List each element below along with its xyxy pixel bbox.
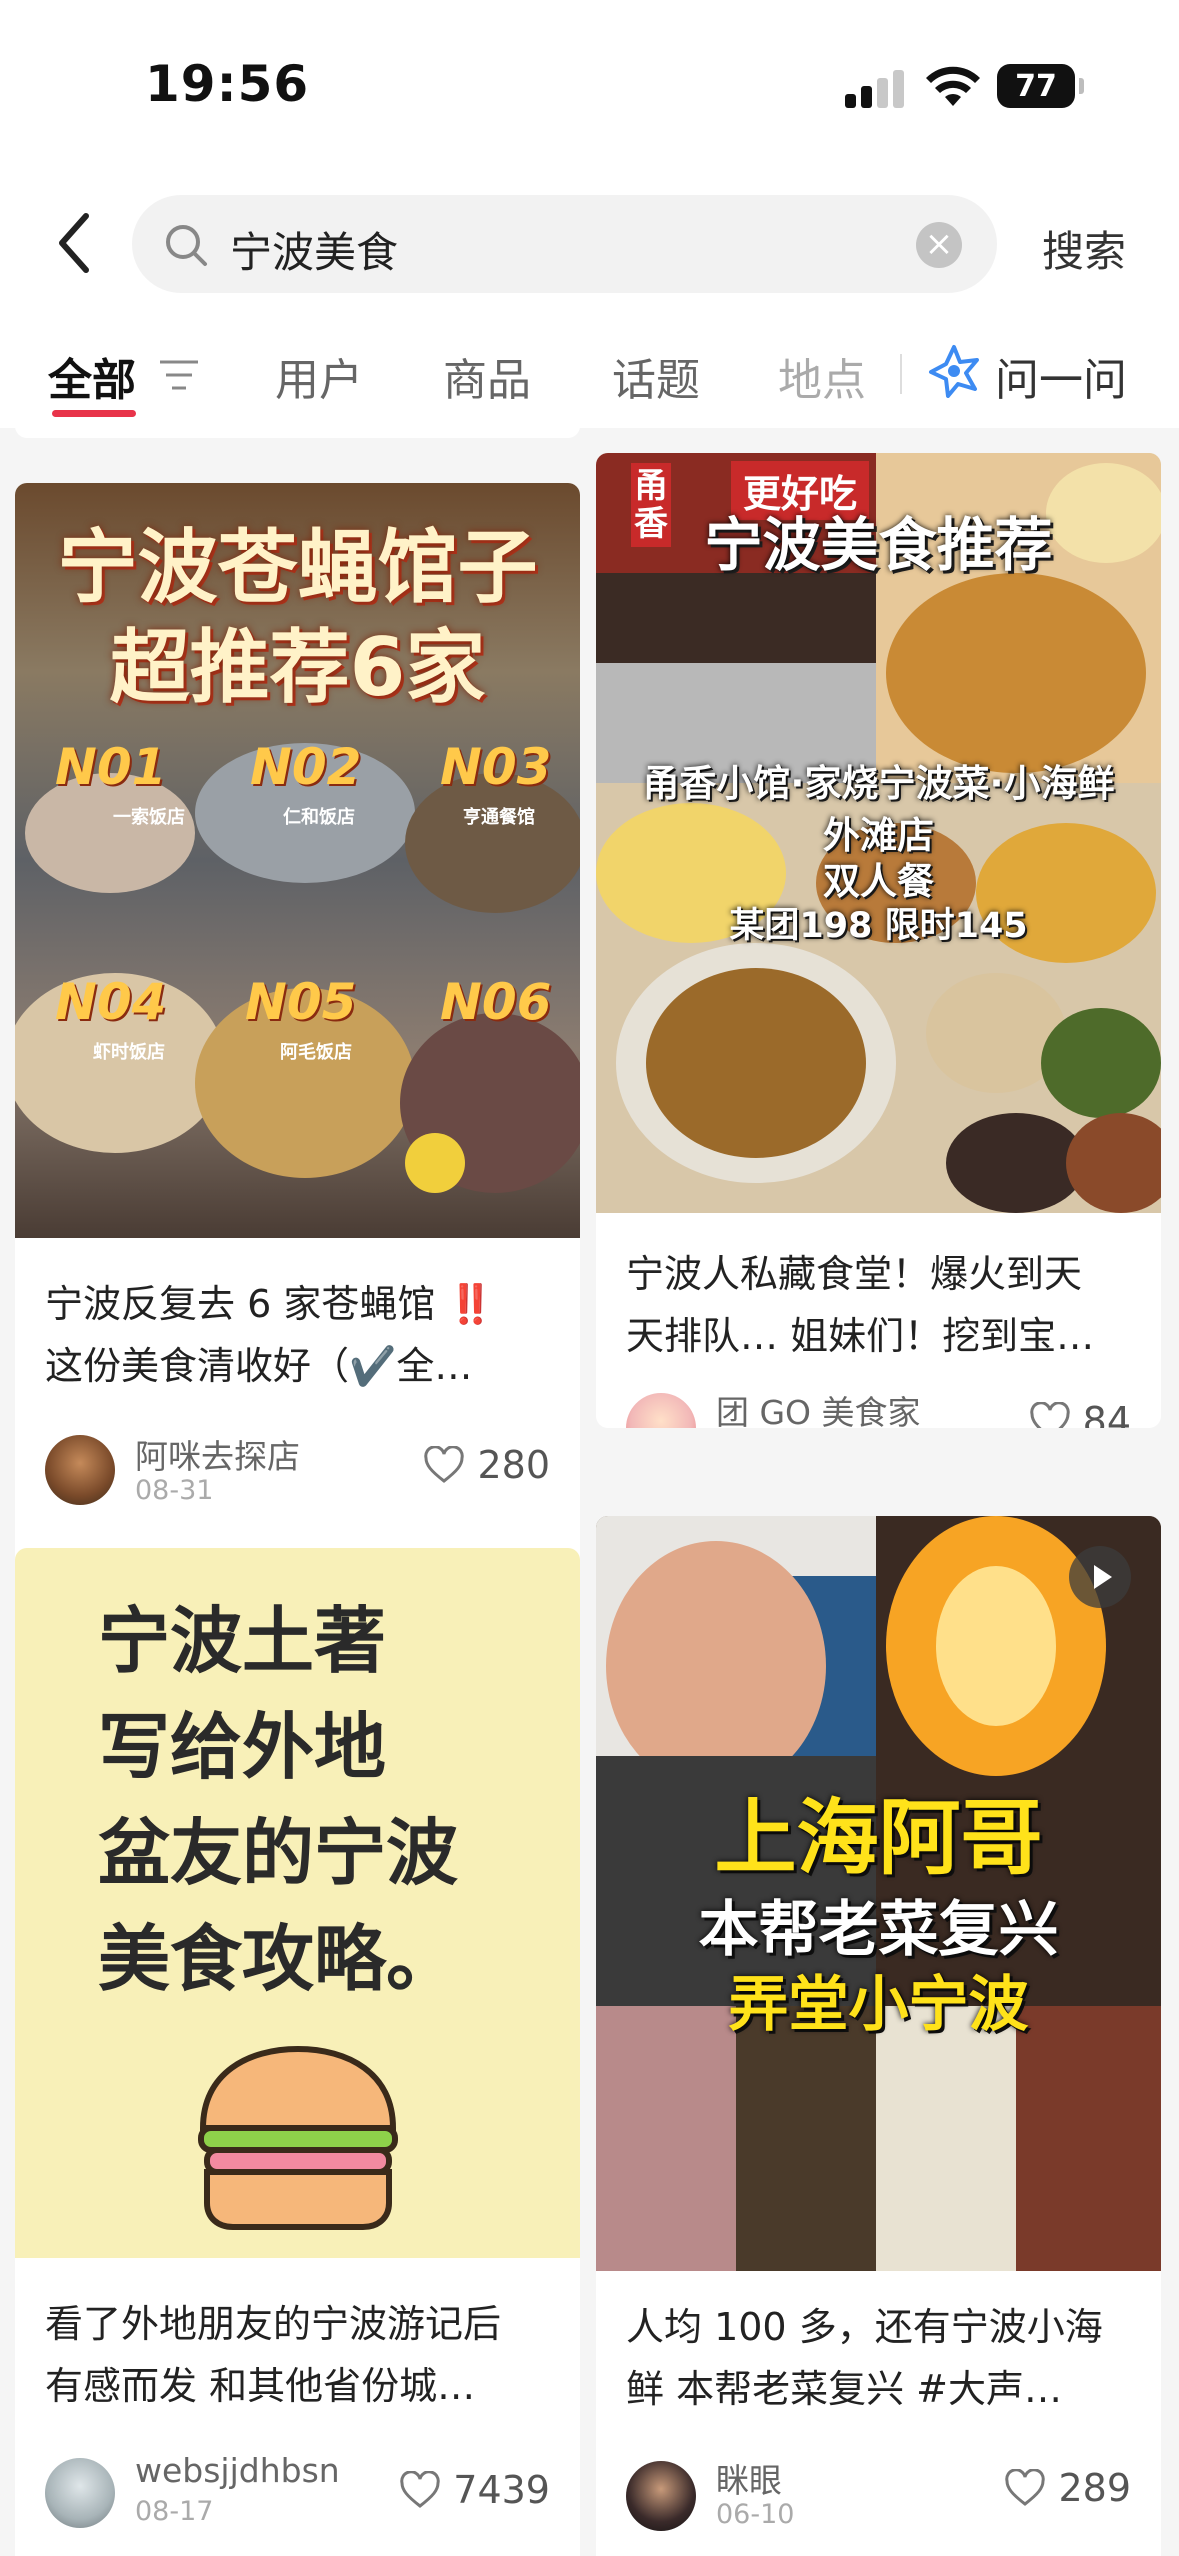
cover-label-num: N06 <box>440 973 552 1031</box>
tab-divider <box>900 354 902 394</box>
like-button[interactable]: 7439 <box>399 2468 550 2512</box>
cover-line3: 弄堂小宁波 <box>728 1970 1029 2040</box>
cover-line: 美食攻略。 <box>98 1917 459 2001</box>
note-card[interactable]: 甬香 更好吃 宁波美食推荐 甬香小馆·家烧宁波菜·小海鲜 外滩店 双人餐 某团1… <box>596 453 1161 1428</box>
card-cover-image: 甬香 更好吃 宁波美食推荐 甬香小馆·家烧宁波菜·小海鲜 外滩店 双人餐 某团1… <box>596 453 1161 1213</box>
cellular-signal-icon <box>845 68 905 108</box>
card-cover-image: 上海阿哥 本帮老菜复兴 弄堂小宁波 <box>596 1516 1161 2271</box>
like-button[interactable]: 84 <box>1029 1399 1131 1428</box>
search-query: 宁波美食 <box>230 228 399 277</box>
tab-bar: 全部 用户 商品 话题 地点 问一问 <box>0 318 1179 428</box>
search-icon <box>166 225 207 266</box>
heart-icon <box>1029 1402 1070 1428</box>
hamburger-emoji-icon <box>198 2045 398 2230</box>
tab-ask[interactable]: 问一问 <box>995 344 1127 408</box>
cover-label-name: 虾时饭店 <box>93 1042 165 1063</box>
cover-label-num: N02 <box>250 738 362 796</box>
like-count: 7439 <box>453 2468 550 2512</box>
status-bar: 19:56 77 <box>0 0 1179 170</box>
cover-label-name: 亨通餐馆 <box>463 807 535 828</box>
search-header: 宁波美食 × 搜索 <box>0 170 1179 318</box>
like-button[interactable]: 280 <box>423 1443 550 1487</box>
avatar[interactable] <box>45 2458 115 2528</box>
avatar[interactable] <box>626 1393 696 1428</box>
cover-label-num: N04 <box>55 973 167 1031</box>
tab-places[interactable]: 地点 <box>778 344 866 408</box>
card-title-line1: 人均 100 多，还有宁波小海 <box>626 2305 1103 2349</box>
cover-line4: 某团198 限时145 <box>729 906 1028 946</box>
card-title-line2: 鲜 本帮老菜复兴 #大声… <box>626 2367 1062 2411</box>
cover-label-num: N03 <box>440 738 552 796</box>
cover-line: 写给外地 <box>98 1705 387 1789</box>
heart-icon <box>400 2471 440 2508</box>
author-name[interactable]: 眯眼 <box>716 2454 782 2502</box>
avatar[interactable] <box>626 2461 696 2531</box>
cover-line1: 甬香小馆·家烧宁波菜·小海鲜 <box>642 762 1115 805</box>
heart-icon <box>1005 2469 1046 2506</box>
tab-users[interactable]: 用户 <box>275 344 363 408</box>
like-button[interactable]: 289 <box>1004 2466 1131 2510</box>
back-arrow-icon[interactable] <box>50 208 100 278</box>
card-cover-image: 宁波土著 写给外地 盆友的宁波 美食攻略。 <box>15 1548 580 2258</box>
author-name[interactable]: 阿咪去探店 <box>135 1430 300 1478</box>
card-title-line1: 宁波人私藏食堂！爆火到天 <box>626 1252 1083 1296</box>
note-card[interactable]: 宁波土著 写给外地 盆友的宁波 美食攻略。 看了外地朋友的宁波游记后 有感而发 … <box>15 1548 580 2556</box>
tab-topics[interactable]: 话题 <box>612 344 700 408</box>
post-date: 06-10 <box>716 2499 795 2530</box>
cover-line1: 上海阿哥 <box>714 1791 1043 1886</box>
card-title-line1: 宁波反复去 6 家苍蝇馆 ‼️ <box>45 1282 495 1326</box>
cover-label-num: N05 <box>245 973 357 1031</box>
cover-line: 宁波土著 <box>98 1599 387 1683</box>
cover-label-name: 一索饭店 <box>113 807 185 828</box>
previous-card-edge <box>15 428 580 438</box>
card-cover-image: 宁波苍蝇馆子 超推荐6家 N01 一索饭店 N02 仁和饭店 N03 亨通餐馆 … <box>15 483 580 1238</box>
like-count: 289 <box>1058 2466 1131 2510</box>
results-feed: 宁波苍蝇馆子 超推荐6家 N01 一索饭店 N02 仁和饭店 N03 亨通餐馆 … <box>0 428 1179 2556</box>
card-title-line2: 天排队… 姐妹们！挖到宝… <box>626 1314 1095 1358</box>
card-title-line2: 有感而发 和其他省份城… <box>45 2364 476 2408</box>
search-button[interactable]: 搜索 <box>1042 218 1126 279</box>
cover-label-name: 仁和饭店 <box>283 807 355 828</box>
note-card[interactable]: 宁波苍蝇馆子 超推荐6家 N01 一索饭店 N02 仁和饭店 N03 亨通餐馆 … <box>15 483 580 1583</box>
tab-all[interactable]: 全部 <box>48 344 136 408</box>
card-title-line2: 这份美食清收好（✔️全… <box>45 1344 473 1388</box>
heart-icon <box>424 1446 465 1483</box>
filter-icon[interactable] <box>158 358 200 392</box>
like-count: 280 <box>477 1443 550 1487</box>
post-date: 08-17 <box>135 2496 214 2527</box>
cover-title-line1: 宁波苍蝇馆子 <box>57 521 538 614</box>
status-time: 19:56 <box>145 55 310 113</box>
avatar[interactable] <box>45 1435 115 1505</box>
card-title-line1: 看了外地朋友的宁波游记后 <box>45 2302 502 2346</box>
cover-title: 宁波美食推荐 <box>704 511 1053 579</box>
search-input[interactable]: 宁波美食 × <box>132 195 997 293</box>
wifi-icon <box>926 66 980 106</box>
active-tab-indicator <box>52 410 136 417</box>
battery-icon: 77 <box>997 64 1084 108</box>
cover-label-name: 阿毛饭店 <box>280 1042 352 1063</box>
clear-icon[interactable]: × <box>916 222 962 268</box>
tab-products[interactable]: 商品 <box>443 344 531 408</box>
cover-line2: 本帮老菜复兴 <box>698 1895 1059 1965</box>
cover-title-line2: 超推荐6家 <box>109 621 486 714</box>
ask-star-icon[interactable] <box>927 344 981 398</box>
note-card[interactable]: 上海阿哥 本帮老菜复兴 弄堂小宁波 人均 100 多，还有宁波小海 鲜 本帮老菜… <box>596 1516 1161 2556</box>
video-play-icon[interactable] <box>1069 1546 1131 1608</box>
cover-label-num: N01 <box>55 738 167 796</box>
author-name[interactable]: websjjdhbsn <box>135 2451 340 2490</box>
author-name[interactable]: 团 GO 美食家 <box>716 1386 921 1428</box>
cover-line: 盆友的宁波 <box>98 1811 459 1895</box>
like-count: 84 <box>1082 1399 1131 1428</box>
post-date: 08-31 <box>135 1475 214 1506</box>
